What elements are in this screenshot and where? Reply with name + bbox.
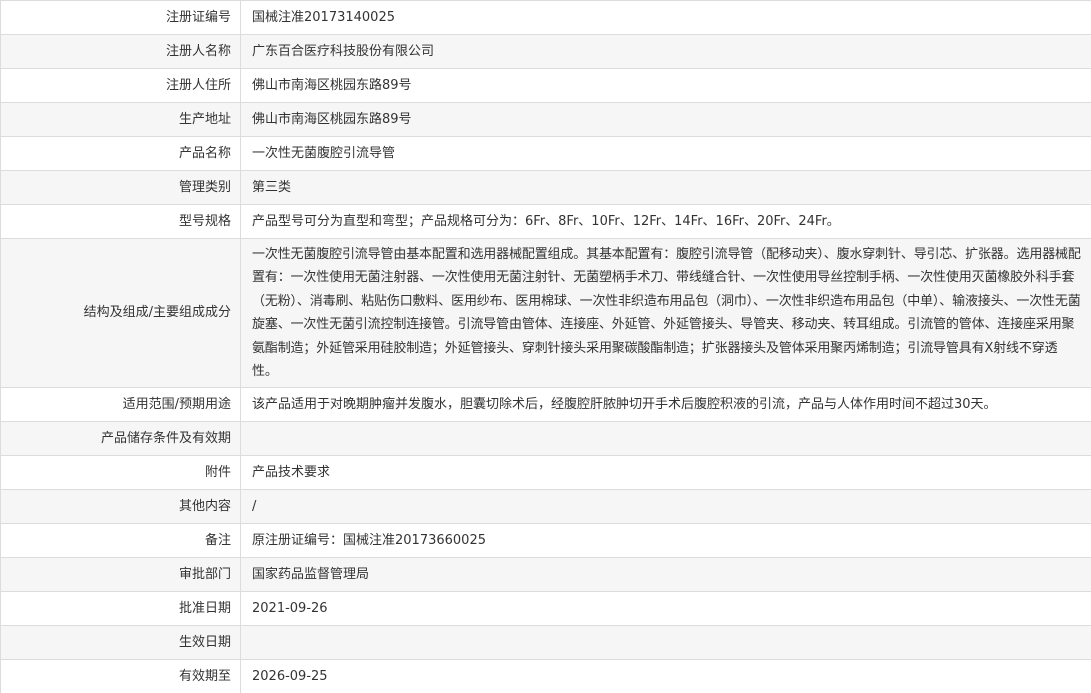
row-approval-department: 审批部门 国家药品监督管理局: [0, 557, 1091, 593]
field-value: 原注册证编号：国械注准20173660025: [240, 523, 1091, 559]
field-label: 备注: [0, 523, 241, 559]
registration-info-table: 注册证编号 国械注准20173140025 注册人名称 广东百合医疗科技股份有限…: [0, 0, 1091, 693]
field-label: 结构及组成/主要组成成分: [0, 237, 241, 389]
field-value: [240, 421, 1091, 457]
row-intended-use: 适用范围/预期用途 该产品适用于对晚期肿瘤并发腹水，胆囊切除术后，经腹腔肝脓肿切…: [0, 387, 1091, 423]
row-approval-date: 批准日期 2021-09-26: [0, 591, 1091, 627]
field-value: [240, 625, 1091, 661]
field-label: 有效期至: [0, 659, 241, 693]
field-value: 产品技术要求: [240, 455, 1091, 491]
field-label: 产品储存条件及有效期: [0, 421, 241, 457]
field-value: 产品型号可分为直型和弯型；产品规格可分为：6Fr、8Fr、10Fr、12Fr、1…: [240, 204, 1091, 239]
field-label: 注册人名称: [0, 34, 241, 69]
field-value: /: [240, 489, 1091, 525]
field-label: 型号规格: [0, 204, 241, 239]
row-expiry-date: 有效期至 2026-09-25: [0, 659, 1091, 693]
field-label: 批准日期: [0, 591, 241, 627]
field-value: 佛山市南海区桃园东路89号: [240, 68, 1091, 103]
row-effective-date: 生效日期: [0, 625, 1091, 661]
row-production-address: 生产地址 佛山市南海区桃园东路89号: [0, 102, 1091, 137]
field-label: 注册证编号: [0, 0, 241, 35]
row-management-class: 管理类别 第三类: [0, 170, 1091, 205]
field-value: 第三类: [240, 170, 1091, 205]
field-label: 适用范围/预期用途: [0, 387, 241, 423]
row-model-spec: 型号规格 产品型号可分为直型和弯型；产品规格可分为：6Fr、8Fr、10Fr、1…: [0, 204, 1091, 239]
field-value: 该产品适用于对晚期肿瘤并发腹水，胆囊切除术后，经腹腔肝脓肿切开手术后腹腔积液的引…: [240, 387, 1091, 423]
field-value: 广东百合医疗科技股份有限公司: [240, 34, 1091, 69]
row-registrant-name: 注册人名称 广东百合医疗科技股份有限公司: [0, 34, 1091, 69]
row-storage-validity: 产品储存条件及有效期: [0, 421, 1091, 457]
field-value: 2026-09-25: [240, 659, 1091, 693]
row-product-name: 产品名称 一次性无菌腹腔引流导管: [0, 136, 1091, 171]
field-value: 2021-09-26: [240, 591, 1091, 627]
row-other-content: 其他内容 /: [0, 489, 1091, 525]
row-remarks: 备注 原注册证编号：国械注准20173660025: [0, 523, 1091, 559]
field-value: 佛山市南海区桃园东路89号: [240, 102, 1091, 137]
field-label: 附件: [0, 455, 241, 491]
field-label: 其他内容: [0, 489, 241, 525]
field-label: 生效日期: [0, 625, 241, 661]
row-structure-composition: 结构及组成/主要组成成分 一次性无菌腹腔引流导管由基本配置和选用器械配置组成。其…: [0, 237, 1091, 389]
field-label: 审批部门: [0, 557, 241, 593]
row-registrant-address: 注册人住所 佛山市南海区桃园东路89号: [0, 68, 1091, 103]
row-attachment: 附件 产品技术要求: [0, 455, 1091, 491]
field-label: 注册人住所: [0, 68, 241, 103]
field-value: 国家药品监督管理局: [240, 557, 1091, 593]
field-value: 一次性无菌腹腔引流导管由基本配置和选用器械配置组成。其基本配置有：腹腔引流导管（…: [240, 237, 1091, 389]
field-value: 一次性无菌腹腔引流导管: [240, 136, 1091, 171]
row-registration-number: 注册证编号 国械注准20173140025: [0, 0, 1091, 35]
field-label: 生产地址: [0, 102, 241, 137]
field-label: 产品名称: [0, 136, 241, 171]
field-label: 管理类别: [0, 170, 241, 205]
field-value: 国械注准20173140025: [240, 0, 1091, 35]
